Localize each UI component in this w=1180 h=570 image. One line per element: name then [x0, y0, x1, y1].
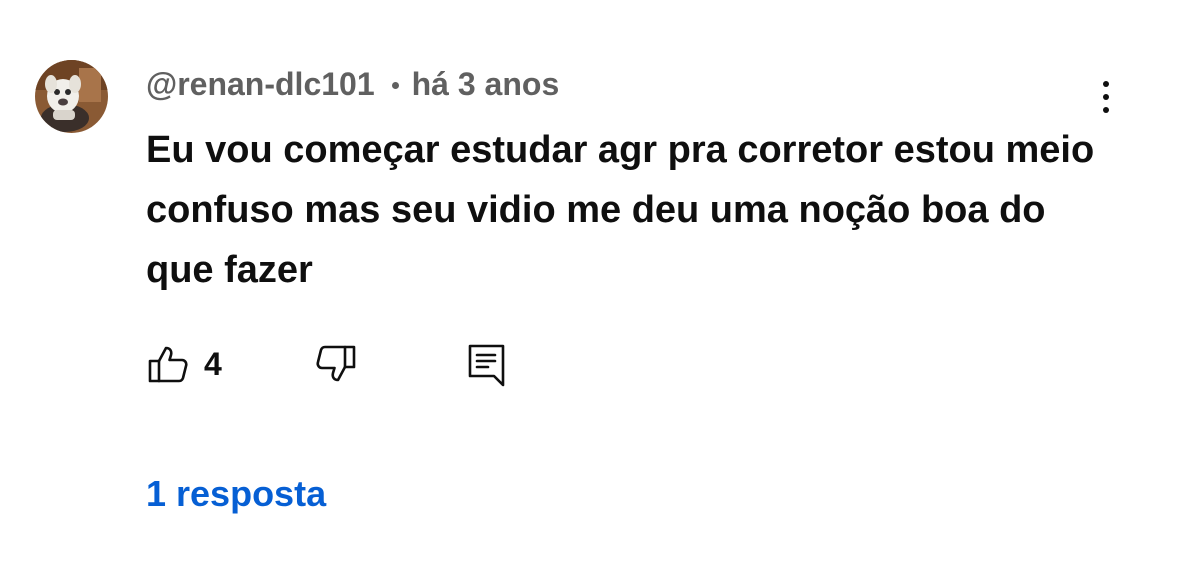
thumb-up-icon — [148, 346, 188, 383]
comment-thread: @renan-dlc101 há 3 anos Eu vou começar e… — [0, 0, 1180, 570]
dislike-button[interactable] — [314, 340, 358, 388]
comment-text: Eu vou começar estudar agr pra corretor … — [146, 129, 1095, 291]
more-vert-icon-dot — [1103, 107, 1109, 113]
like-count: 4 — [204, 346, 222, 382]
author-name[interactable]: @renan-dlc101 — [146, 66, 375, 103]
more-vert-icon-dot — [1103, 94, 1109, 100]
reply-button[interactable] — [464, 340, 508, 388]
avatar[interactable] — [35, 60, 108, 133]
comment-header: @renan-dlc101 há 3 anos — [146, 64, 559, 104]
avatar-image — [35, 60, 108, 133]
reply-comment-icon — [468, 344, 505, 387]
view-replies-button[interactable]: 1 resposta — [146, 470, 326, 518]
separator-dot — [391, 81, 399, 89]
more-vert-icon-dot — [1103, 81, 1109, 87]
like-button[interactable] — [146, 340, 190, 388]
thumb-down-icon — [316, 345, 356, 382]
comment-timestamp[interactable]: há 3 anos — [412, 66, 560, 103]
more-options-button[interactable] — [1088, 76, 1124, 118]
